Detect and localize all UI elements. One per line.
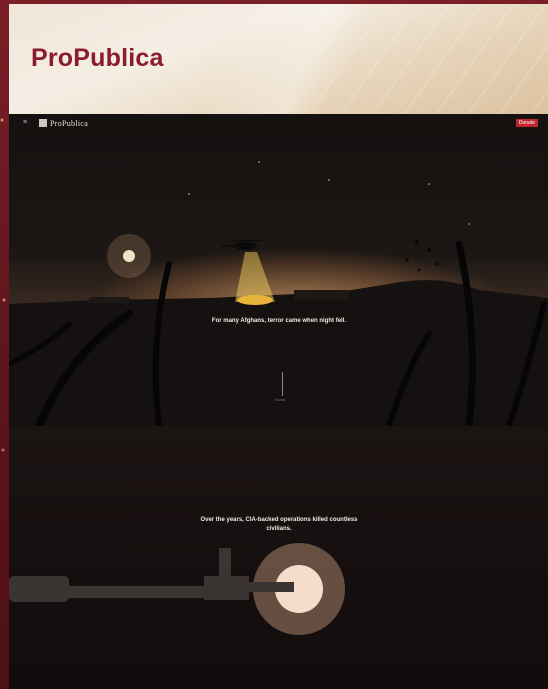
- buildings-left: [89, 297, 129, 303]
- story-caption-2: Over the years, CIA-backed operations ki…: [200, 517, 358, 532]
- birds: [405, 240, 439, 272]
- logo-mark-icon: [39, 119, 47, 127]
- rifle-illustration: [9, 543, 345, 635]
- moon: [123, 250, 135, 262]
- buildings-center: [294, 290, 349, 300]
- donate-button[interactable]: Donate: [515, 119, 538, 127]
- night-illustration: [9, 161, 548, 426]
- rifle-scene: [9, 426, 548, 689]
- header-card: ProPublica: [9, 4, 548, 114]
- rifle-icon: [9, 548, 294, 602]
- spotlight-pool: [237, 295, 273, 305]
- scroll-indicator: [282, 372, 283, 396]
- helicopter-icon: [221, 240, 261, 250]
- spotlight-beam: [235, 252, 275, 302]
- website-screenshot: ≡ ProPublica Donate For many Afghans, te…: [9, 114, 548, 689]
- night-scene: ≡ ProPublica Donate: [9, 114, 548, 426]
- scroll-label: Scroll: [275, 397, 286, 402]
- menu-icon[interactable]: ≡: [23, 118, 31, 127]
- page-title: ProPublica: [31, 44, 164, 72]
- site-logo[interactable]: ProPublica: [39, 118, 88, 128]
- site-logo-text: ProPublica: [50, 118, 89, 128]
- story-caption-1: For many Afghans, terror came when night…: [211, 318, 347, 324]
- site-header: ≡ ProPublica Donate: [9, 114, 548, 132]
